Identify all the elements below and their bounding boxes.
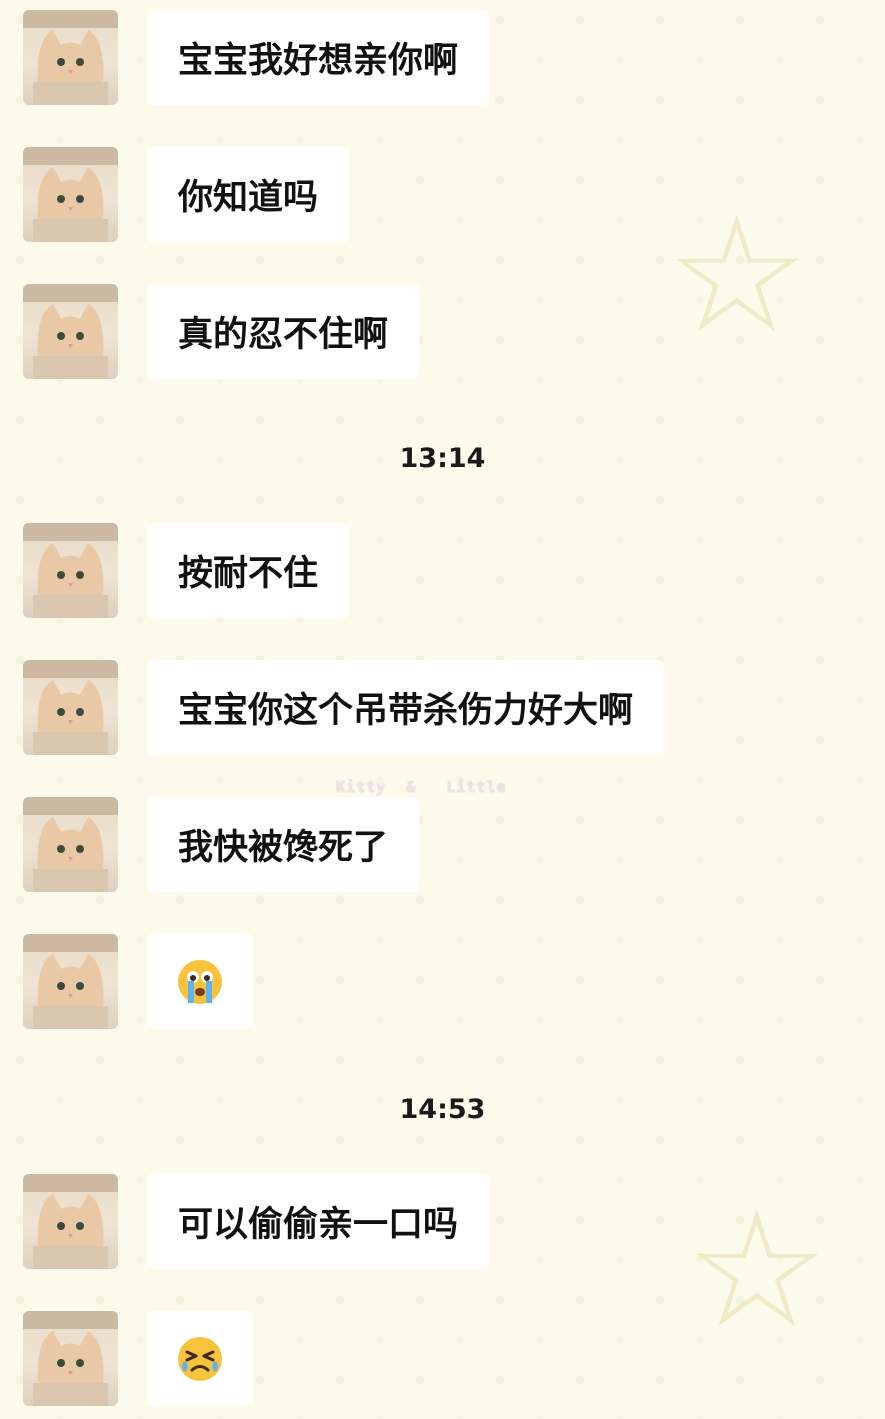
cat-avatar-icon bbox=[23, 1174, 118, 1269]
contact-avatar[interactable] bbox=[23, 147, 118, 242]
message-bubble[interactable]: 宝宝我好想亲你啊 bbox=[147, 10, 490, 105]
contact-avatar[interactable] bbox=[23, 10, 118, 105]
cat-avatar-icon bbox=[23, 1311, 118, 1406]
message-bubble[interactable]: 可以偷偷亲一口吗 bbox=[147, 1174, 490, 1269]
cat-avatar-icon bbox=[23, 797, 118, 892]
chat-message-row bbox=[23, 1311, 253, 1406]
chat-message-row: 我快被馋死了 bbox=[23, 797, 420, 892]
watermark-text: Kitty & Little bbox=[336, 778, 507, 796]
contact-avatar[interactable] bbox=[23, 660, 118, 755]
message-timestamp: 13:14 bbox=[399, 443, 486, 474]
cat-avatar-icon bbox=[23, 660, 118, 755]
message-bubble[interactable]: 按耐不住 bbox=[147, 523, 350, 618]
contact-avatar[interactable] bbox=[23, 797, 118, 892]
chat-message-row: 你知道吗 bbox=[23, 147, 350, 242]
contact-avatar[interactable] bbox=[23, 284, 118, 379]
message-bubble[interactable] bbox=[147, 934, 253, 1029]
message-bubble[interactable]: 我快被馋死了 bbox=[147, 797, 420, 892]
message-bubble[interactable]: 宝宝你这个吊带杀伤力好大啊 bbox=[147, 660, 665, 755]
contact-avatar[interactable] bbox=[23, 1311, 118, 1406]
contact-avatar[interactable] bbox=[23, 1174, 118, 1269]
message-bubble[interactable]: 真的忍不住啊 bbox=[147, 284, 420, 379]
contact-avatar[interactable] bbox=[23, 523, 118, 618]
chat-message-row: 宝宝我好想亲你啊 bbox=[23, 10, 490, 105]
chat-message-row: 真的忍不住啊 bbox=[23, 284, 420, 379]
message-timestamp: 14:53 bbox=[399, 1094, 486, 1125]
cat-avatar-icon bbox=[23, 934, 118, 1029]
background-star-decoration: ☆ bbox=[665, 181, 809, 368]
cat-avatar-icon bbox=[23, 284, 118, 379]
crying-face-icon bbox=[178, 959, 222, 1004]
contact-avatar[interactable] bbox=[23, 934, 118, 1029]
cat-avatar-icon bbox=[23, 523, 118, 618]
chat-message-row bbox=[23, 934, 253, 1029]
chat-message-row: 按耐不住 bbox=[23, 523, 350, 618]
cat-avatar-icon bbox=[23, 147, 118, 242]
chat-message-row: 可以偷偷亲一口吗 bbox=[23, 1174, 490, 1269]
message-bubble[interactable] bbox=[147, 1311, 253, 1406]
cat-avatar-icon bbox=[23, 10, 118, 105]
persevering-face-icon bbox=[178, 1336, 222, 1381]
message-bubble[interactable]: 你知道吗 bbox=[147, 147, 350, 242]
background-star-decoration: ☆ bbox=[685, 1176, 829, 1363]
chat-message-row: 宝宝你这个吊带杀伤力好大啊 bbox=[23, 660, 665, 755]
